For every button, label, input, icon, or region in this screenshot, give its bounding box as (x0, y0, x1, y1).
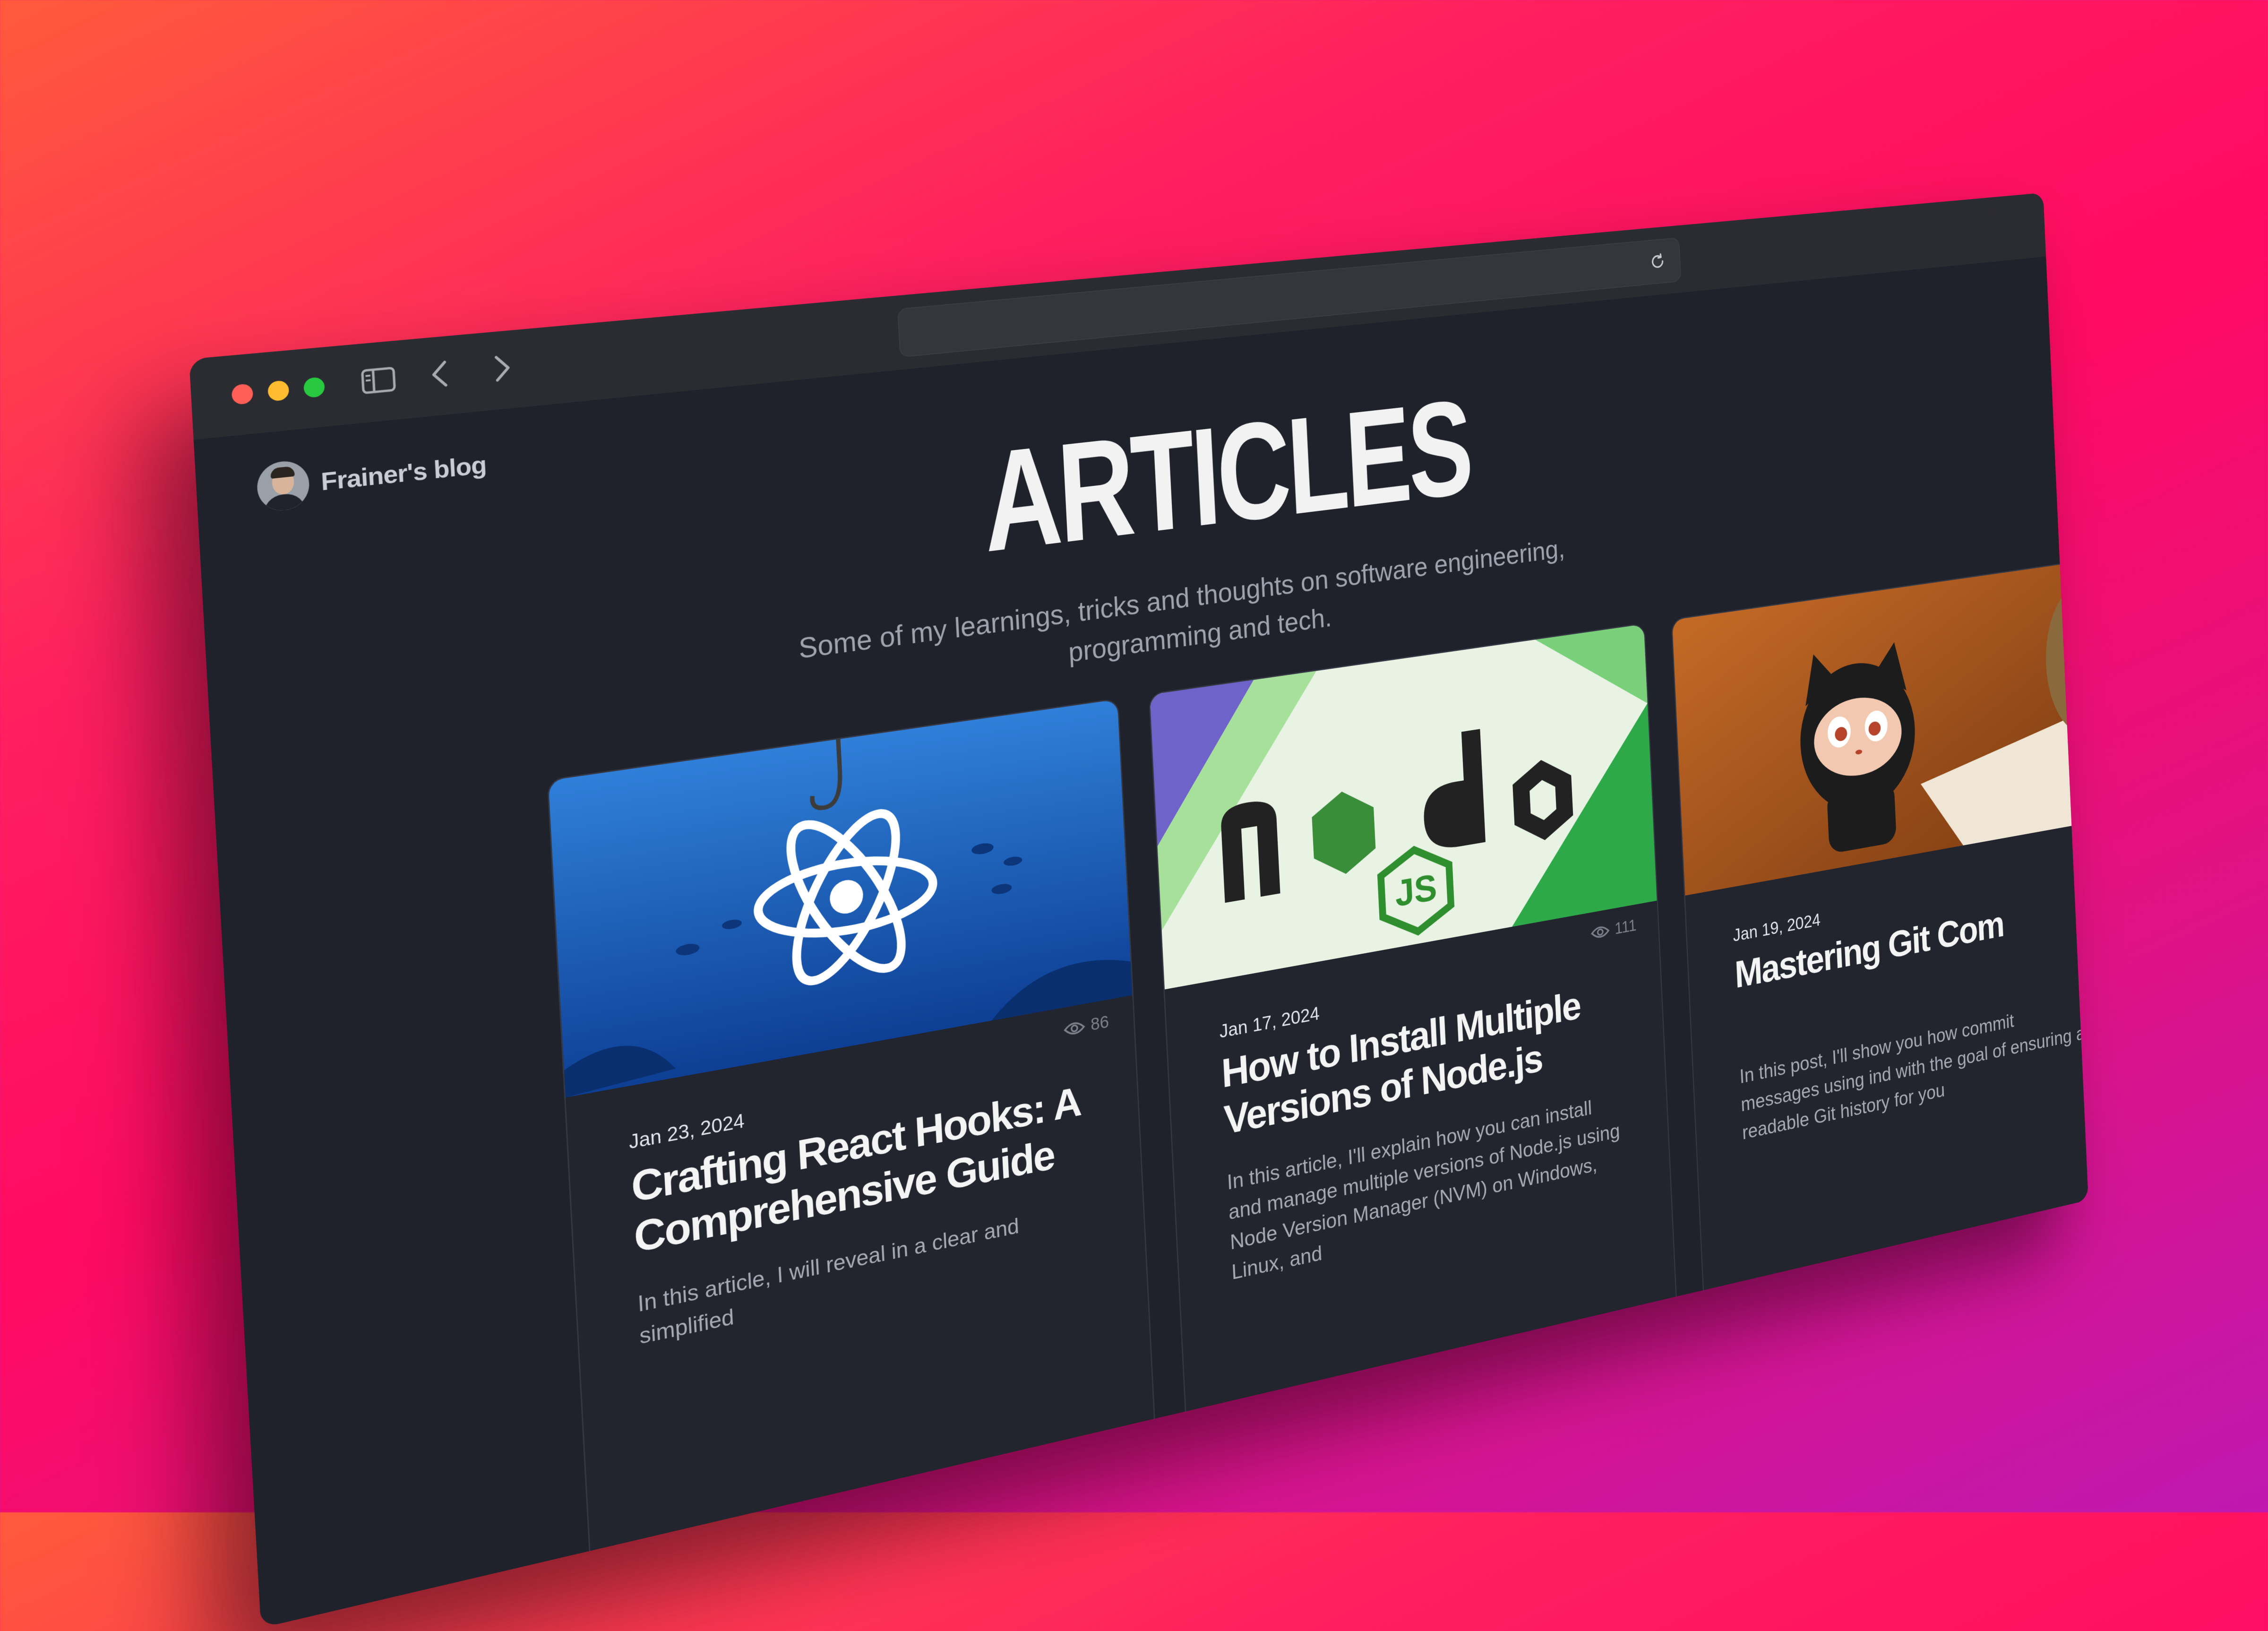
close-window-button[interactable] (231, 383, 253, 405)
view-count: 86 (1063, 1012, 1109, 1040)
page-content: Frainer's blog ARTICLES Some of my learn… (194, 257, 2088, 1628)
eye-icon (1590, 923, 1610, 941)
scene: Frainer's blog ARTICLES Some of my learn… (0, 0, 2268, 1512)
view-count-value: 86 (1090, 1012, 1109, 1035)
article-card[interactable]: JS 111 Jan 17, 2024 How to Install Multi… (1149, 623, 1681, 1493)
article-card[interactable]: Jan 19, 2024 Mastering Git Com In this p… (1671, 557, 2088, 1367)
minimize-window-button[interactable] (267, 380, 290, 402)
view-count-value: 111 (1614, 916, 1637, 938)
article-excerpt: In this post, I'll show you how commit m… (1739, 992, 2088, 1147)
article-title[interactable]: Mastering Git Com (1734, 887, 2087, 997)
article-image-nodejs: JS (1150, 624, 1657, 990)
article-card[interactable]: 86 Jan 23, 2024 Crafting React Hooks: A … (547, 698, 1159, 1628)
avatar (256, 459, 310, 513)
article-image-react (548, 699, 1132, 1097)
forward-button[interactable] (490, 351, 515, 385)
zoom-window-button[interactable] (303, 377, 325, 398)
chevron-left-icon (427, 357, 453, 391)
svg-text:JS: JS (1394, 866, 1438, 915)
view-count: 111 (1590, 916, 1637, 942)
eye-icon (1063, 1018, 1085, 1038)
reload-icon (1649, 252, 1666, 271)
reload-button[interactable] (1649, 252, 1666, 271)
browser-window: Frainer's blog ARTICLES Some of my learn… (189, 193, 2088, 1628)
chevron-right-icon (490, 351, 515, 385)
back-button[interactable] (427, 357, 453, 391)
article-image-octocat (1672, 558, 2088, 896)
sidebar-icon (360, 365, 397, 396)
sidebar-toggle-button[interactable] (360, 365, 397, 396)
